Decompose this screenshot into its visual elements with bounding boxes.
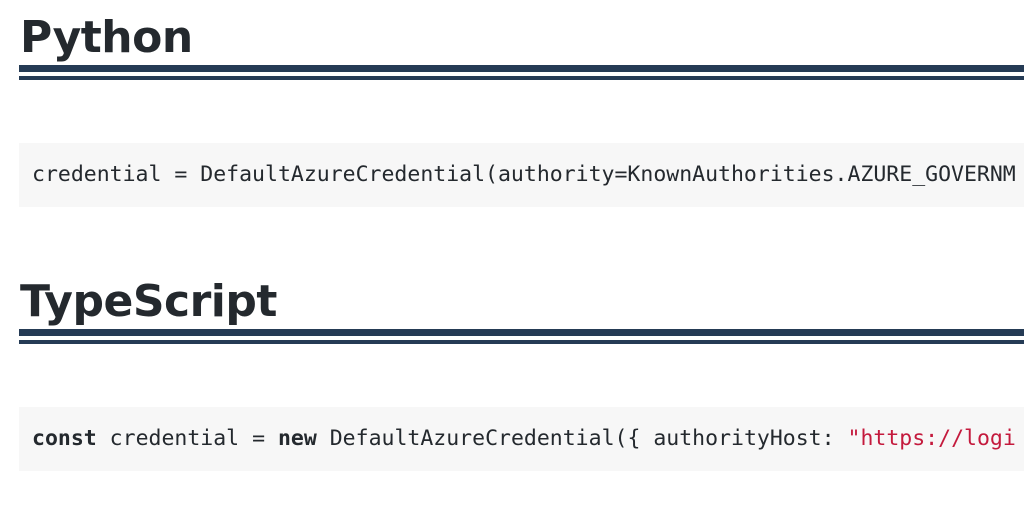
section-heading-python: Python [20, 12, 193, 63]
keyword-new: new [277, 426, 317, 451]
heading-underline [19, 65, 1024, 80]
string-literal: "https://logi [847, 426, 1016, 451]
python-code-line: credential = DefaultAzureCredential(auth… [32, 162, 1016, 187]
typescript-code-line: const credential = new DefaultAzureCrede… [32, 425, 1016, 453]
python-code-block[interactable]: credential = DefaultAzureCredential(auth… [19, 143, 1024, 207]
code-text: credential = [96, 426, 278, 451]
heading-underline [19, 329, 1024, 344]
keyword-const: const [32, 426, 97, 451]
code-text: DefaultAzureCredential({ authorityHost: [316, 426, 848, 451]
section-heading-typescript: TypeScript [20, 276, 277, 327]
page: Python credential = DefaultAzureCredenti… [0, 0, 1024, 512]
typescript-code-block[interactable]: const credential = new DefaultAzureCrede… [19, 407, 1024, 471]
